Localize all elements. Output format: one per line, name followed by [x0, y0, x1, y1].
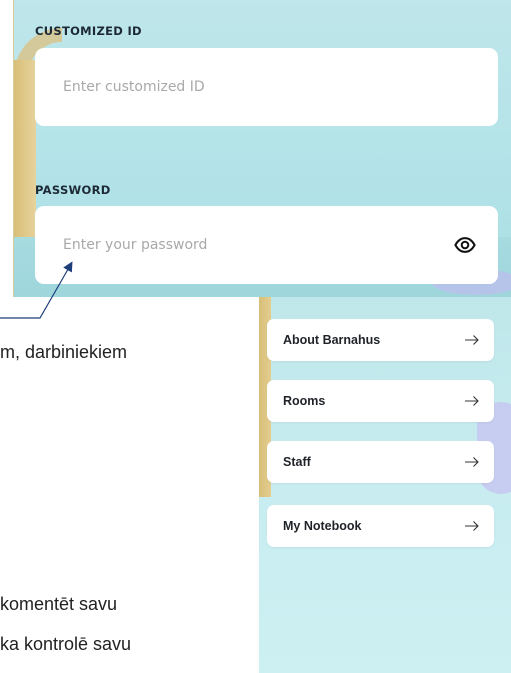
eye-icon[interactable]: [454, 234, 476, 256]
menu-item-staff[interactable]: Staff: [267, 441, 494, 483]
password-field[interactable]: [35, 206, 498, 284]
menu-item-rooms[interactable]: Rooms: [267, 380, 494, 422]
menu-item-label: Rooms: [283, 394, 326, 408]
menu-item-label: My Notebook: [283, 519, 362, 533]
login-panel: CUSTOMIZED ID PASSWORD: [13, 0, 511, 297]
password-label: PASSWORD: [35, 183, 111, 197]
document-text-line: ka kontrolē savu: [0, 634, 132, 654]
menu-panel: About Barnahus Rooms Staff My Notebook: [259, 297, 511, 673]
arrow-right-icon: [465, 335, 479, 345]
customized-id-label: CUSTOMIZED ID: [35, 24, 142, 38]
menu-item-about-barnahus[interactable]: About Barnahus: [267, 319, 494, 361]
arrow-right-icon: [465, 521, 479, 531]
menu-item-label: Staff: [283, 455, 311, 469]
menu-item-label: About Barnahus: [283, 333, 381, 347]
arrow-right-icon: [465, 457, 479, 467]
customized-id-field[interactable]: [35, 48, 498, 126]
document-text-line: komentēt savu: [0, 594, 118, 614]
customized-id-input[interactable]: [63, 79, 476, 95]
password-input[interactable]: [63, 237, 454, 253]
document-text-line: m, darbiniekiem: [0, 342, 128, 362]
menu-item-my-notebook[interactable]: My Notebook: [267, 505, 494, 547]
arrow-right-icon: [465, 396, 479, 406]
